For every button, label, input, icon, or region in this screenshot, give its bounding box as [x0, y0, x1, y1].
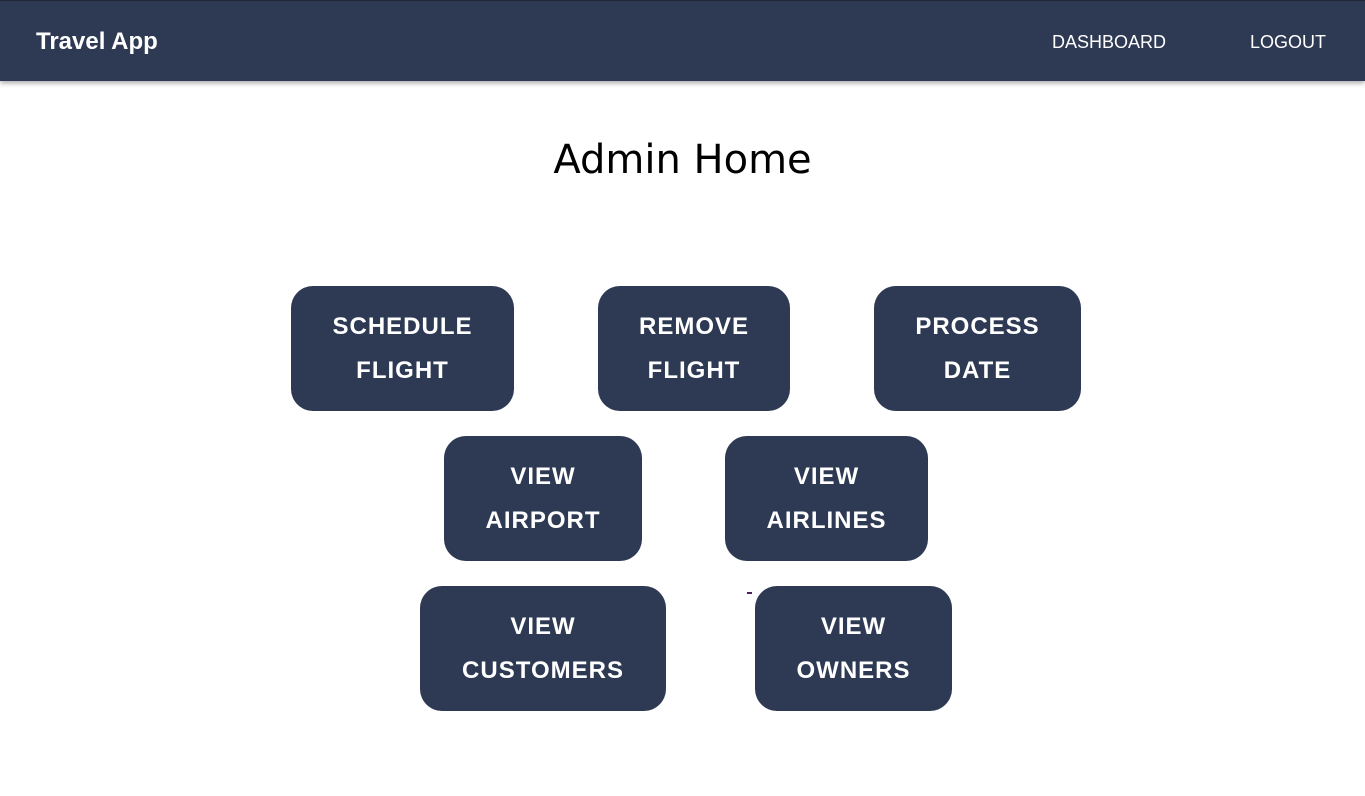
tile-label-line2: FLIGHT — [356, 356, 449, 384]
tile-label-line1: VIEW — [510, 462, 576, 490]
nav-logout-link[interactable]: LOGOUT — [1250, 31, 1326, 53]
tile-label-line1: REMOVE — [638, 312, 749, 340]
schedule-flight-button[interactable]: SCHEDULE FLIGHT — [291, 286, 514, 411]
page-title: Admin Home — [553, 137, 812, 183]
view-owners-button[interactable]: VIEW OWNERS — [755, 586, 952, 711]
tile-label-line1: VIEW — [820, 612, 887, 640]
process-date-button[interactable]: PROCESS DATE — [874, 286, 1081, 411]
tile-label-line1: VIEW — [793, 462, 860, 490]
divider-mark — [747, 592, 752, 594]
top-navbar: Travel App DASHBOARD LOGOUT — [0, 0, 1365, 81]
tile-label-line2: AIRLINES — [766, 506, 887, 534]
tile-label-line1: VIEW — [510, 612, 576, 640]
tile-label-line1: SCHEDULE — [332, 312, 473, 340]
view-airlines-button[interactable]: VIEW AIRLINES — [725, 436, 928, 561]
tile-label-line2: OWNERS — [796, 656, 911, 684]
tile-label-line1: PROCESS — [915, 312, 1040, 340]
tile-label-line2: AIRPORT — [485, 506, 601, 534]
nav-dashboard-link[interactable]: DASHBOARD — [1052, 31, 1166, 53]
view-customers-button[interactable]: VIEW CUSTOMERS — [420, 586, 666, 711]
tile-label-line2: DATE — [943, 356, 1012, 384]
view-airport-button[interactable]: VIEW AIRPORT — [444, 436, 642, 561]
tile-label-line2: CUSTOMERS — [462, 656, 624, 684]
remove-flight-button[interactable]: REMOVE FLIGHT — [598, 286, 790, 411]
brand-logo-link[interactable]: Travel App — [36, 27, 158, 57]
tile-label-line2: FLIGHT — [647, 356, 741, 384]
